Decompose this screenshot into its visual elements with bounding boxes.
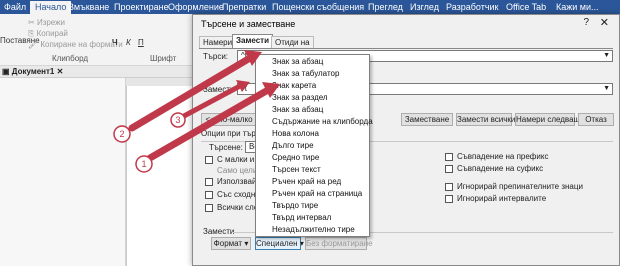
dialog-title: Търсене и заместване	[201, 19, 296, 29]
tab-office-tab[interactable]: Office Tab	[506, 1, 546, 14]
tab-insert[interactable]: Вмъкване	[68, 1, 109, 14]
tab-layout[interactable]: Оформление	[168, 1, 224, 14]
tab-divider	[199, 48, 613, 49]
menu-item-caret-character[interactable]: Знак карета	[272, 81, 316, 90]
no-format-button[interactable]: Без форматиране	[305, 237, 373, 250]
tab-replace[interactable]: Замести	[232, 34, 274, 48]
font-group-label: Шрифт	[150, 54, 177, 63]
chevron-down-icon[interactable]: ▼	[603, 51, 610, 61]
replace-section-label: Замести	[203, 227, 235, 236]
less-button[interactable]: << По-малко	[201, 113, 257, 126]
cancel-button[interactable]: Отказ	[578, 113, 614, 126]
match-prefix-label: Съвпадение на префикс	[457, 152, 549, 161]
menu-item-em-dash[interactable]: Дълго тире	[272, 141, 314, 150]
close-button[interactable]: ✕	[600, 16, 609, 29]
tab-review[interactable]: Преглед	[368, 1, 403, 14]
menu-item-paragraph-mark[interactable]: Знак за абзац	[272, 57, 323, 66]
document-tab-label: Документ1	[11, 67, 55, 76]
menu-item-en-dash[interactable]: Средно тире	[272, 153, 319, 162]
menu-item-nonbreaking-space[interactable]: Твърд интервал	[272, 213, 331, 222]
underline-button[interactable]: П	[138, 38, 144, 47]
replace-button[interactable]: Заместване	[401, 113, 453, 126]
match-prefix-checkbox[interactable]	[445, 153, 453, 161]
tab-find[interactable]: Намери	[199, 36, 237, 48]
help-button[interactable]: ?	[583, 17, 589, 28]
menu-item-paragraph-character[interactable]: Знак за абзац	[272, 105, 323, 114]
ribbon-tab-bar: Файл Начало Вмъкване Проектиране Оформле…	[0, 0, 620, 14]
replace-all-button[interactable]: Замести всички	[456, 113, 515, 126]
all-word-forms-checkbox[interactable]	[205, 204, 213, 212]
menu-item-section-character[interactable]: Знак за раздел	[272, 93, 328, 102]
tab-go-to[interactable]: Отиди на	[271, 36, 314, 48]
special-dropdown-menu: Знак за абзац Знак за табулатор Знак кар…	[255, 54, 373, 237]
tab-file[interactable]: Файл	[4, 1, 26, 14]
copy-button[interactable]: ⎘ Копирай	[28, 29, 68, 39]
ignore-whitespace-checkbox[interactable]	[445, 195, 453, 203]
chevron-down-icon[interactable]: ▼	[603, 84, 610, 94]
menu-item-optional-hyphen[interactable]: Незадължително тире	[272, 225, 355, 234]
italic-button[interactable]: К	[126, 38, 131, 47]
document-tab[interactable]: ▣ Документ1 ✕	[2, 67, 63, 76]
menu-item-clipboard-contents[interactable]: Съдържание на клипборда	[272, 117, 373, 126]
find-label: Търси:	[203, 52, 229, 61]
bold-button[interactable]: Ч	[112, 38, 118, 47]
navigation-pane	[0, 78, 126, 266]
tell-me-search[interactable]: Кажи ми...	[556, 1, 599, 14]
tab-home[interactable]: Начало	[30, 1, 72, 14]
ignore-punctuation-label: Игнорирай препинателните знаци	[457, 182, 583, 191]
match-suffix-label: Съвпадение на суфикс	[457, 164, 544, 173]
sounds-like-checkbox[interactable]	[205, 191, 213, 199]
tab-mailings[interactable]: Пощенски съобщения	[272, 1, 364, 14]
tab-references[interactable]: Препратки	[222, 1, 266, 14]
search-direction-label: Търсене:	[209, 143, 243, 152]
ignore-punctuation-checkbox[interactable]	[445, 183, 453, 191]
menu-item-manual-line-break[interactable]: Ръчен край на ред	[272, 177, 341, 186]
find-next-button[interactable]: Намери следващ	[515, 113, 580, 126]
format-painter-button[interactable]: 🖌 Копиране на формати	[28, 40, 123, 49]
clipboard-group-label: Клипборд	[52, 54, 89, 63]
format-painter-label: Копиране на формати	[40, 40, 123, 49]
menu-item-manual-page-break[interactable]: Ръчен край на страница	[272, 189, 362, 198]
replace-input-value: ^t	[241, 84, 247, 93]
ignore-whitespace-label: Игнорирай интервалите	[457, 194, 547, 203]
tab-view[interactable]: Изглед	[410, 1, 439, 14]
menu-item-tab-character[interactable]: Знак за табулатор	[272, 69, 339, 78]
menu-item-find-what-text[interactable]: Търсен текст	[272, 165, 321, 174]
tab-developer[interactable]: Разработчик	[446, 1, 498, 14]
match-case-checkbox[interactable]	[205, 156, 213, 164]
special-button[interactable]: Специален ▾	[255, 237, 304, 250]
format-button[interactable]: Формат ▾	[211, 237, 251, 250]
menu-item-nonbreaking-hyphen[interactable]: Твърдо тире	[272, 201, 318, 210]
document-page[interactable]	[126, 86, 200, 266]
tab-design[interactable]: Проектиране	[114, 1, 169, 14]
match-suffix-checkbox[interactable]	[445, 165, 453, 173]
copy-label: Копирай	[36, 29, 68, 38]
cut-button[interactable]: ✂ Изрежи	[28, 18, 65, 27]
menu-item-column-break[interactable]: Нова колона	[272, 129, 319, 138]
wildcards-checkbox[interactable]	[205, 178, 213, 186]
cut-label: Изрежи	[36, 18, 65, 27]
